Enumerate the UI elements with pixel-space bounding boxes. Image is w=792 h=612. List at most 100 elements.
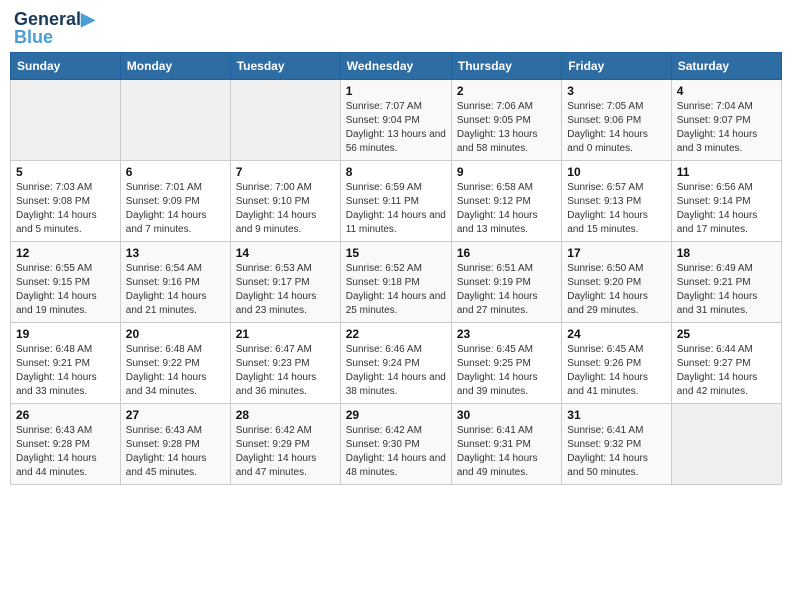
weekday-header-saturday: Saturday — [671, 53, 781, 80]
day-number: 24 — [567, 327, 665, 341]
weekday-header-tuesday: Tuesday — [230, 53, 340, 80]
day-info: Sunrise: 6:48 AMSunset: 9:21 PMDaylight:… — [16, 343, 115, 399]
day-number: 10 — [567, 165, 665, 179]
calendar-cell: 16 Sunrise: 6:51 AMSunset: 9:19 PMDayligh… — [451, 242, 561, 323]
calendar-cell: 15 Sunrise: 6:52 AMSunset: 9:18 PMDayligh… — [340, 242, 451, 323]
day-number: 23 — [457, 327, 556, 341]
day-info: Sunrise: 6:56 AMSunset: 9:14 PMDaylight:… — [677, 181, 776, 237]
calendar-cell: 24 Sunrise: 6:45 AMSunset: 9:26 PMDayligh… — [562, 323, 671, 404]
day-number: 2 — [457, 84, 556, 98]
day-info: Sunrise: 6:47 AMSunset: 9:23 PMDaylight:… — [236, 343, 335, 399]
calendar-cell: 7Sunrise: 7:00 AMSunset: 9:10 PMDaylight… — [230, 161, 340, 242]
day-info: Sunrise: 7:06 AMSunset: 9:05 PMDaylight:… — [457, 100, 556, 156]
day-info: Sunrise: 6:46 AMSunset: 9:24 PMDaylight:… — [346, 343, 446, 399]
day-info: Sunrise: 6:49 AMSunset: 9:21 PMDaylight:… — [677, 262, 776, 318]
day-number: 30 — [457, 408, 556, 422]
day-info: Sunrise: 7:01 AMSunset: 9:09 PMDaylight:… — [126, 181, 225, 237]
day-number: 25 — [677, 327, 776, 341]
calendar-cell: 29 Sunrise: 6:42 AMSunset: 9:30 PMDayligh… — [340, 404, 451, 485]
calendar-cell: 28Sunrise: 6:42 AMSunset: 9:29 PMDayligh… — [230, 404, 340, 485]
day-info: Sunrise: 6:52 AMSunset: 9:18 PMDaylight:… — [346, 262, 446, 318]
calendar-cell: 31 Sunrise: 6:41 AMSunset: 9:32 PMDayligh… — [562, 404, 671, 485]
day-info: Sunrise: 6:57 AMSunset: 9:13 PMDaylight:… — [567, 181, 665, 237]
day-info: Sunrise: 7:04 AMSunset: 9:07 PMDaylight:… — [677, 100, 776, 156]
day-number: 14 — [236, 246, 335, 260]
calendar-cell: 3 Sunrise: 7:05 AMSunset: 9:06 PMDaylight… — [562, 80, 671, 161]
day-info: Sunrise: 6:42 AMSunset: 9:30 PMDaylight:… — [346, 424, 446, 480]
calendar-cell: 14 Sunrise: 6:53 AMSunset: 9:17 PMDayligh… — [230, 242, 340, 323]
weekday-header-thursday: Thursday — [451, 53, 561, 80]
day-number: 6 — [126, 165, 225, 179]
day-info: Sunrise: 6:50 AMSunset: 9:20 PMDaylight:… — [567, 262, 665, 318]
day-number: 4 — [677, 84, 776, 98]
page-header: General▶ Blue — [10, 10, 782, 46]
day-info: Sunrise: 6:45 AMSunset: 9:25 PMDaylight:… — [457, 343, 556, 399]
day-info: Sunrise: 7:05 AMSunset: 9:06 PMDaylight:… — [567, 100, 665, 156]
day-info: Sunrise: 6:41 AMSunset: 9:32 PMDaylight:… — [567, 424, 665, 480]
calendar-cell: 1Sunrise: 7:07 AMSunset: 9:04 PMDaylight… — [340, 80, 451, 161]
calendar-cell: 12 Sunrise: 6:55 AMSunset: 9:15 PMDayligh… — [11, 242, 121, 323]
calendar-cell: 6 Sunrise: 7:01 AMSunset: 9:09 PMDaylight… — [120, 161, 230, 242]
weekday-header-friday: Friday — [562, 53, 671, 80]
calendar-cell — [230, 80, 340, 161]
day-number: 11 — [677, 165, 776, 179]
day-info: Sunrise: 6:51 AMSunset: 9:19 PMDaylight:… — [457, 262, 556, 318]
day-info: Sunrise: 6:45 AMSunset: 9:26 PMDaylight:… — [567, 343, 665, 399]
calendar-cell: 11 Sunrise: 6:56 AMSunset: 9:14 PMDayligh… — [671, 161, 781, 242]
logo: General▶ Blue — [14, 10, 95, 46]
calendar-table: SundayMondayTuesdayWednesdayThursdayFrid… — [10, 52, 782, 485]
day-info: Sunrise: 6:44 AMSunset: 9:27 PMDaylight:… — [677, 343, 776, 399]
calendar-cell: 18 Sunrise: 6:49 AMSunset: 9:21 PMDayligh… — [671, 242, 781, 323]
day-info: Sunrise: 7:03 AMSunset: 9:08 PMDaylight:… — [16, 181, 115, 237]
day-number: 5 — [16, 165, 115, 179]
day-info: Sunrise: 6:43 AMSunset: 9:28 PMDaylight:… — [126, 424, 225, 480]
calendar-cell: 30Sunrise: 6:41 AMSunset: 9:31 PMDayligh… — [451, 404, 561, 485]
day-number: 22 — [346, 327, 446, 341]
day-number: 13 — [126, 246, 225, 260]
calendar-cell: 21Sunrise: 6:47 AMSunset: 9:23 PMDayligh… — [230, 323, 340, 404]
day-info: Sunrise: 6:43 AMSunset: 9:28 PMDaylight:… — [16, 424, 115, 480]
calendar-cell — [120, 80, 230, 161]
calendar-cell: 26 Sunrise: 6:43 AMSunset: 9:28 PMDayligh… — [11, 404, 121, 485]
calendar-cell: 13 Sunrise: 6:54 AMSunset: 9:16 PMDayligh… — [120, 242, 230, 323]
day-info: Sunrise: 6:55 AMSunset: 9:15 PMDaylight:… — [16, 262, 115, 318]
day-number: 18 — [677, 246, 776, 260]
day-number: 8 — [346, 165, 446, 179]
calendar-cell — [11, 80, 121, 161]
day-number: 12 — [16, 246, 115, 260]
calendar-cell: 27 Sunrise: 6:43 AMSunset: 9:28 PMDayligh… — [120, 404, 230, 485]
logo-blue: Blue — [14, 28, 53, 46]
day-number: 15 — [346, 246, 446, 260]
calendar-cell: 25 Sunrise: 6:44 AMSunset: 9:27 PMDayligh… — [671, 323, 781, 404]
day-info: Sunrise: 7:00 AMSunset: 9:10 PMDaylight:… — [236, 181, 335, 237]
day-number: 27 — [126, 408, 225, 422]
calendar-cell: 8 Sunrise: 6:59 AMSunset: 9:11 PMDaylight… — [340, 161, 451, 242]
calendar-cell: 23 Sunrise: 6:45 AMSunset: 9:25 PMDayligh… — [451, 323, 561, 404]
calendar-cell: 2 Sunrise: 7:06 AMSunset: 9:05 PMDaylight… — [451, 80, 561, 161]
day-number: 29 — [346, 408, 446, 422]
calendar-cell: 22 Sunrise: 6:46 AMSunset: 9:24 PMDayligh… — [340, 323, 451, 404]
day-number: 17 — [567, 246, 665, 260]
calendar-cell: 10 Sunrise: 6:57 AMSunset: 9:13 PMDayligh… — [562, 161, 671, 242]
day-number: 16 — [457, 246, 556, 260]
day-info: Sunrise: 6:53 AMSunset: 9:17 PMDaylight:… — [236, 262, 335, 318]
calendar-cell: 4 Sunrise: 7:04 AMSunset: 9:07 PMDaylight… — [671, 80, 781, 161]
day-number: 19 — [16, 327, 115, 341]
calendar-cell: 5 Sunrise: 7:03 AMSunset: 9:08 PMDaylight… — [11, 161, 121, 242]
weekday-header-monday: Monday — [120, 53, 230, 80]
calendar-cell: 17 Sunrise: 6:50 AMSunset: 9:20 PMDayligh… — [562, 242, 671, 323]
day-number: 20 — [126, 327, 225, 341]
logo-text: General▶ — [14, 10, 95, 28]
calendar-cell: 20 Sunrise: 6:48 AMSunset: 9:22 PMDayligh… — [120, 323, 230, 404]
weekday-header-sunday: Sunday — [11, 53, 121, 80]
day-number: 31 — [567, 408, 665, 422]
day-number: 3 — [567, 84, 665, 98]
day-number: 26 — [16, 408, 115, 422]
day-info: Sunrise: 6:48 AMSunset: 9:22 PMDaylight:… — [126, 343, 225, 399]
calendar-cell: 19 Sunrise: 6:48 AMSunset: 9:21 PMDayligh… — [11, 323, 121, 404]
day-info: Sunrise: 6:58 AMSunset: 9:12 PMDaylight:… — [457, 181, 556, 237]
day-number: 28 — [236, 408, 335, 422]
day-info: Sunrise: 6:59 AMSunset: 9:11 PMDaylight:… — [346, 181, 446, 237]
day-info: Sunrise: 6:54 AMSunset: 9:16 PMDaylight:… — [126, 262, 225, 318]
calendar-cell — [671, 404, 781, 485]
